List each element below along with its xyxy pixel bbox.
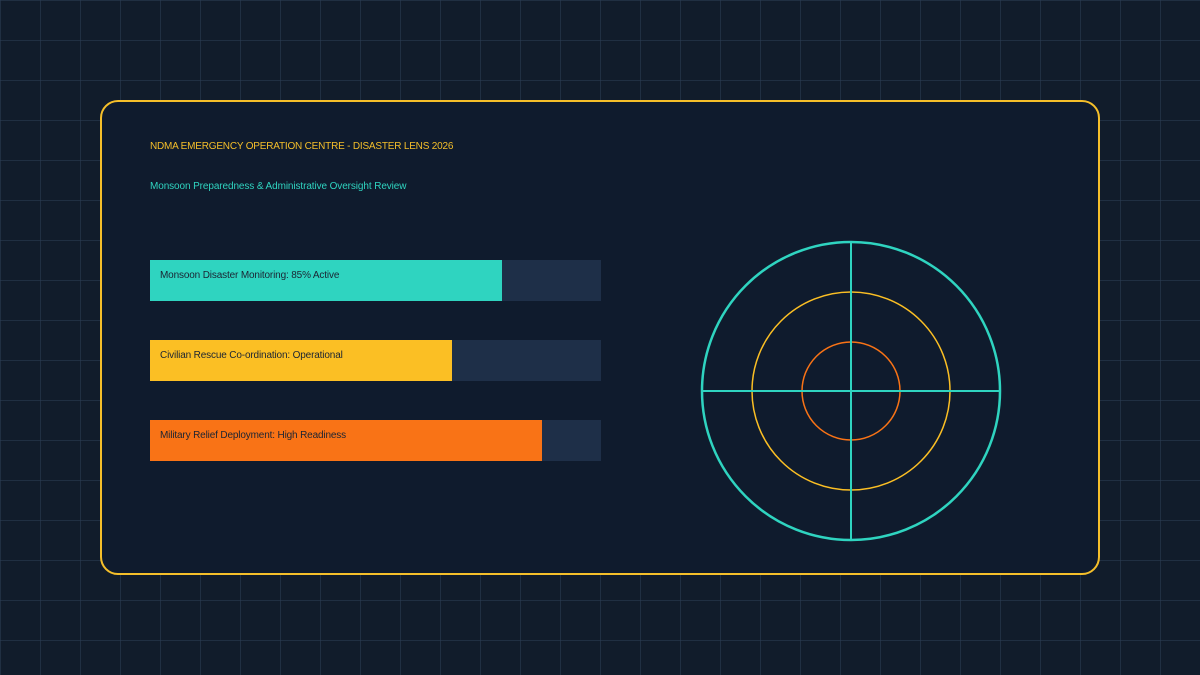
- panel-title: NDMA EMERGENCY OPERATION CENTRE - DISAST…: [150, 141, 454, 152]
- status-bar-civilian-rescue: Civilian Rescue Co-ordination: Operation…: [150, 340, 601, 381]
- status-bar-label: Civilian Rescue Co-ordination: Operation…: [160, 350, 343, 361]
- status-bar-monsoon-monitoring: Monsoon Disaster Monitoring: 85% Active: [150, 260, 601, 301]
- status-bar-military-relief: Military Relief Deployment: High Readine…: [150, 420, 601, 461]
- radar-target-graphic: [700, 240, 1002, 542]
- dashboard-panel: NDMA EMERGENCY OPERATION CENTRE - DISAST…: [100, 100, 1100, 575]
- status-bar-label: Military Relief Deployment: High Readine…: [160, 430, 347, 441]
- panel-subtitle: Monsoon Preparedness & Administrative Ov…: [150, 181, 407, 192]
- status-bar-label: Monsoon Disaster Monitoring: 85% Active: [160, 270, 340, 281]
